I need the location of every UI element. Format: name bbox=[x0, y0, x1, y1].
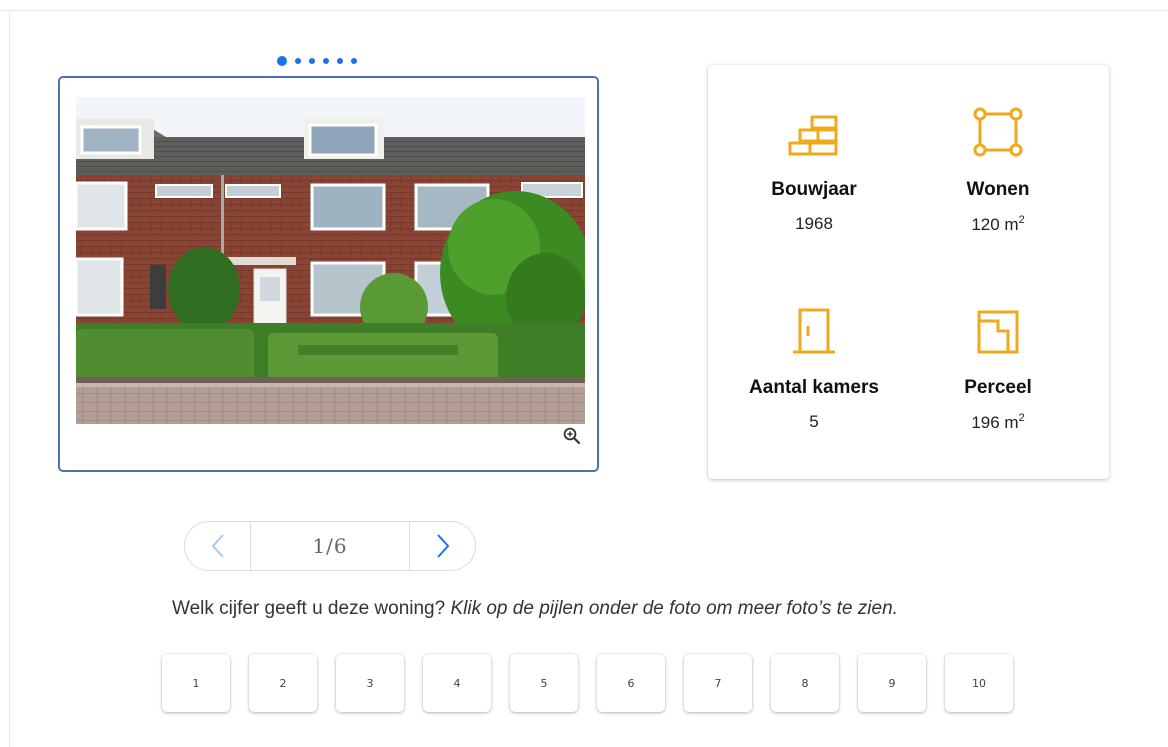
carousel-dot[interactable] bbox=[337, 58, 343, 64]
rating-question: Welk cijfer geeft u deze woning? Klik op… bbox=[172, 598, 1122, 620]
top-divider bbox=[0, 10, 1168, 11]
rating-button-4[interactable]: 4 bbox=[423, 654, 491, 712]
rating-button-6[interactable]: 6 bbox=[597, 654, 665, 712]
carousel-dot[interactable] bbox=[309, 58, 315, 64]
rating-button-8[interactable]: 8 bbox=[771, 654, 839, 712]
carousel-dot[interactable] bbox=[351, 58, 357, 64]
info-perceel: Perceel 196 m2 bbox=[908, 305, 1088, 433]
next-photo-button[interactable] bbox=[410, 522, 475, 570]
rating-button-1[interactable]: 1 bbox=[162, 654, 230, 712]
left-divider bbox=[9, 10, 10, 747]
rating-button-5[interactable]: 5 bbox=[510, 654, 578, 712]
perceel-value-text: 196 m bbox=[971, 413, 1019, 432]
survey-page: Bouwjaar 1968 Wonen 120 m2 Aantal kamers… bbox=[0, 0, 1168, 747]
wonen-value-text: 120 m bbox=[971, 215, 1019, 234]
rating-button-7[interactable]: 7 bbox=[684, 654, 752, 712]
chevron-left-icon bbox=[211, 534, 224, 558]
photo-counter: 1/6 bbox=[250, 522, 410, 570]
rating-button-2[interactable]: 2 bbox=[249, 654, 317, 712]
wonen-label: Wonen bbox=[966, 179, 1030, 200]
perceel-label: Perceel bbox=[964, 377, 1032, 398]
rating-buttons: 1 2 3 4 5 6 7 8 9 10 bbox=[162, 654, 1013, 712]
carousel-dot[interactable] bbox=[295, 58, 301, 64]
door-icon bbox=[724, 305, 904, 355]
chevron-right-icon bbox=[436, 534, 449, 558]
rating-button-9[interactable]: 9 bbox=[858, 654, 926, 712]
floor-area-icon bbox=[908, 107, 1088, 157]
rating-button-10[interactable]: 10 bbox=[945, 654, 1013, 712]
photo-pager: 1/6 bbox=[184, 521, 476, 571]
carousel-dots bbox=[277, 55, 357, 67]
carousel-dot[interactable] bbox=[277, 56, 287, 66]
bricks-icon bbox=[724, 107, 904, 157]
previous-photo-button[interactable] bbox=[185, 522, 250, 570]
info-wonen: Wonen 120 m2 bbox=[908, 107, 1088, 235]
zoom-icon[interactable] bbox=[563, 427, 581, 445]
bouwjaar-label: Bouwjaar bbox=[771, 179, 857, 200]
house-photo[interactable] bbox=[76, 97, 585, 424]
plot-icon bbox=[908, 305, 1088, 355]
photo-card bbox=[58, 76, 599, 472]
perceel-value: 196 m2 bbox=[908, 412, 1088, 433]
question-hint: Klik op de pijlen onder de foto om meer … bbox=[450, 598, 898, 619]
wonen-unit-sup: 2 bbox=[1018, 214, 1025, 226]
carousel-dot[interactable] bbox=[323, 58, 329, 64]
rating-button-3[interactable]: 3 bbox=[336, 654, 404, 712]
kamers-label: Aantal kamers bbox=[749, 377, 879, 398]
wonen-value: 120 m2 bbox=[908, 214, 1088, 235]
info-bouwjaar: Bouwjaar 1968 bbox=[724, 107, 904, 234]
kamers-value: 5 bbox=[809, 412, 819, 431]
question-text: Welk cijfer geeft u deze woning? bbox=[172, 598, 451, 619]
perceel-unit-sup: 2 bbox=[1018, 412, 1025, 424]
property-info-card: Bouwjaar 1968 Wonen 120 m2 Aantal kamers… bbox=[708, 65, 1109, 479]
bouwjaar-value: 1968 bbox=[795, 214, 833, 233]
info-kamers: Aantal kamers 5 bbox=[724, 305, 904, 432]
